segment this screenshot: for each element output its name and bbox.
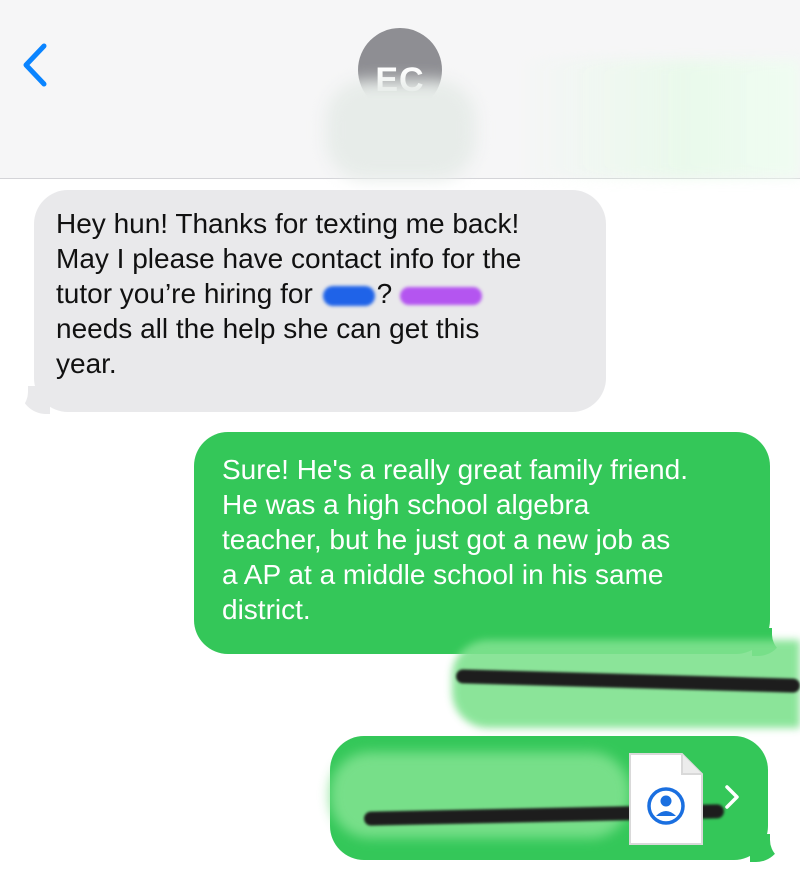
messages-screen: EC Hey hun! Thanks for texting me back! …	[0, 0, 800, 875]
back-button[interactable]	[14, 38, 58, 92]
message-line: district.	[222, 594, 311, 625]
message-fragment: tutor you’re hiring for	[56, 278, 313, 309]
header-glare	[520, 60, 800, 178]
redaction-mark	[400, 286, 483, 305]
chevron-right-icon[interactable]	[722, 782, 742, 812]
message-line: year.	[56, 348, 117, 379]
tail-mask	[6, 384, 28, 414]
message-line: He was a high school algebra	[222, 489, 590, 520]
message-line: Hey hun! Thanks for texting me back!	[56, 208, 520, 239]
tail-mask	[770, 832, 792, 862]
message-line: needs all the help she can get this	[56, 313, 480, 344]
message-line-with-redactions: tutor you’re hiring for ?	[56, 276, 586, 311]
outgoing-message-bubble[interactable]: Sure! He's a really great family friend.…	[194, 432, 770, 654]
message-line: teacher, but he just got a new job as	[222, 524, 671, 555]
incoming-message-bubble[interactable]: Hey hun! Thanks for texting me back! May…	[34, 190, 606, 412]
message-line: May I please have contact info for the	[56, 243, 522, 274]
chevron-left-icon	[23, 43, 47, 87]
message-line: a AP at a middle school in his same	[222, 559, 664, 590]
message-fragment: ?	[376, 278, 393, 309]
redaction-mark	[322, 285, 375, 306]
contact-card-icon[interactable]	[626, 750, 706, 848]
conversation-header: EC	[0, 0, 800, 180]
contact-name-redacted	[326, 80, 476, 180]
message-line: Sure! He's a really great family friend.	[222, 454, 688, 485]
